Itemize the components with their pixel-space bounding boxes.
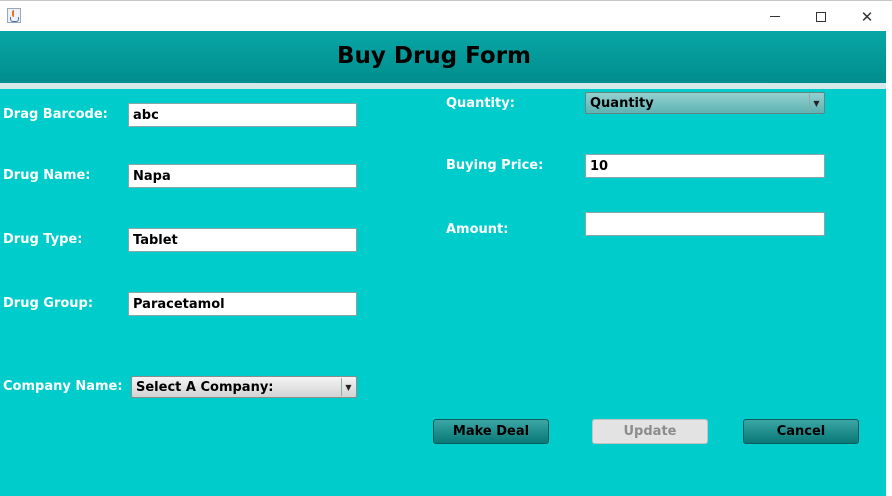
drug-barcode-field[interactable]: [128, 103, 357, 127]
form-header: Buy Drug Form: [0, 31, 892, 83]
chevron-down-icon: ▼: [341, 378, 355, 396]
quantity-select-value: Quantity: [590, 96, 654, 111]
java-steam-shape: [12, 10, 16, 17]
company-name-label: Company Name:: [3, 379, 123, 394]
company-select[interactable]: Select A Company: ▼: [131, 376, 357, 398]
buy-drug-form: Drag Barcode: Drug Name: Drug Type: Drug…: [0, 89, 892, 496]
minimize-button[interactable]: [752, 1, 798, 32]
buying-price-label: Buying Price:: [446, 158, 544, 173]
quantity-label: Quantity:: [446, 96, 515, 111]
close-button[interactable]: ✕: [844, 1, 890, 32]
chevron-down-icon: ▼: [809, 94, 823, 112]
java-app-icon: [7, 8, 21, 23]
drug-name-label: Drug Name:: [3, 168, 91, 183]
cancel-button[interactable]: Cancel: [743, 419, 859, 444]
amount-label: Amount:: [446, 222, 509, 237]
window-right-edge: [886, 31, 892, 496]
drug-barcode-label: Drag Barcode:: [3, 107, 108, 122]
window-titlebar: ✕: [0, 0, 892, 31]
drug-type-field[interactable]: [128, 228, 357, 252]
drug-group-field[interactable]: [128, 292, 357, 316]
amount-field[interactable]: [585, 212, 825, 236]
java-cup-shape: [10, 17, 19, 22]
quantity-select[interactable]: Quantity ▼: [585, 92, 825, 114]
page-title: Buy Drug Form: [336, 43, 532, 69]
drug-name-field[interactable]: [128, 164, 357, 188]
buying-price-field[interactable]: [585, 154, 825, 178]
close-icon: ✕: [860, 7, 874, 26]
update-button[interactable]: Update: [592, 419, 708, 444]
drug-group-label: Drug Group:: [3, 296, 94, 311]
minimize-icon: [770, 16, 780, 17]
make-deal-button[interactable]: Make Deal: [433, 419, 549, 444]
company-select-value: Select A Company:: [136, 380, 274, 395]
maximize-icon: [816, 11, 826, 22]
maximize-button[interactable]: [798, 1, 844, 32]
drug-type-label: Drug Type:: [3, 232, 83, 247]
